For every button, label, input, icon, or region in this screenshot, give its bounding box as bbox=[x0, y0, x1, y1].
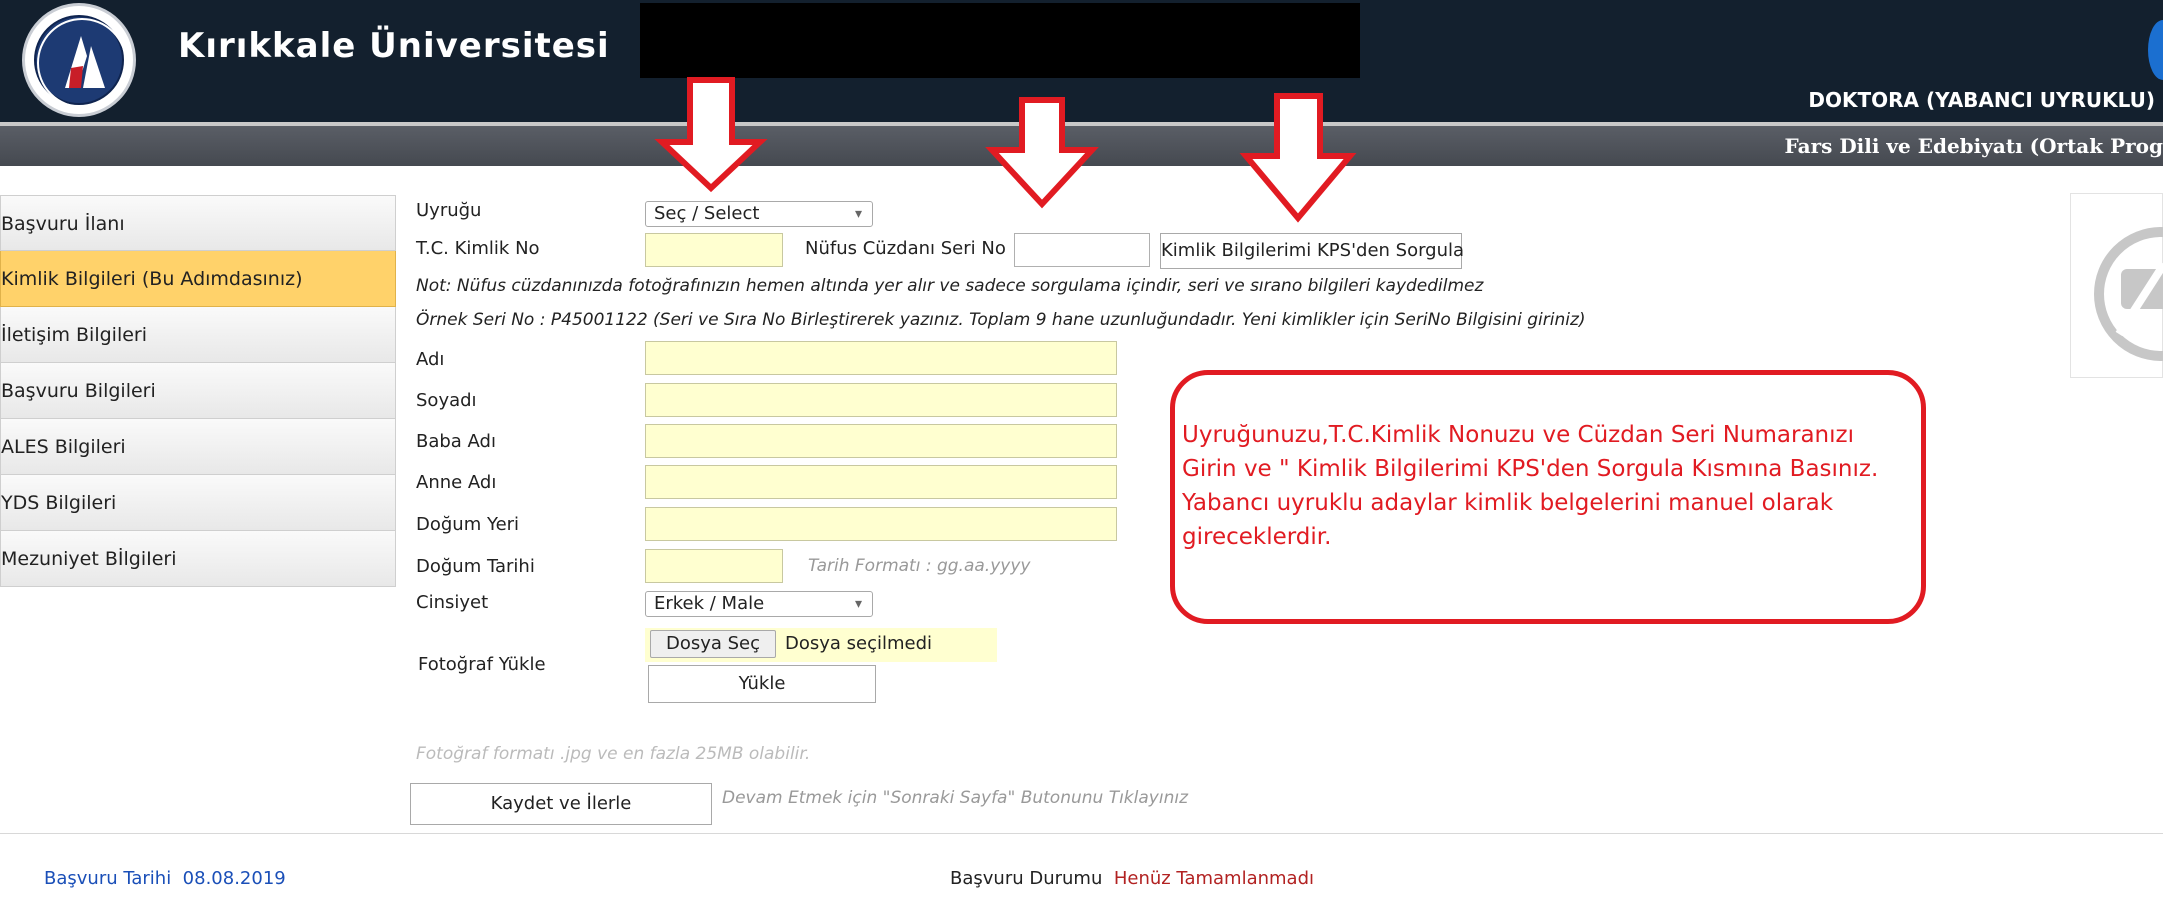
sidebar-item-ales-bilgileri[interactable]: ALES Bilgileri bbox=[0, 419, 396, 475]
note-serial: Not: Nüfus cüzdanınızda fotoğrafınızın h… bbox=[416, 276, 1484, 296]
sidebar: Başvuru İlanı Kimlik Bilgileri (Bu Adımd… bbox=[0, 195, 396, 587]
gender-label: Cinsiyet bbox=[416, 592, 489, 613]
choose-file-button[interactable]: Dosya Seç bbox=[650, 630, 776, 658]
sidebar-item-yds-bilgileri[interactable]: YDS Bilgileri bbox=[0, 475, 396, 531]
mother-name-input[interactable] bbox=[645, 465, 1117, 499]
mother-label: Anne Adı bbox=[416, 472, 497, 493]
name-input[interactable] bbox=[645, 341, 1117, 375]
chevron-down-icon: ▾ bbox=[854, 206, 862, 222]
surname-input[interactable] bbox=[645, 383, 1117, 417]
sidebar-item-iletisim-bilgileri[interactable]: İletişim Bilgileri bbox=[0, 307, 396, 363]
file-picker: Dosya Seç Dosya seçilmedi bbox=[645, 628, 997, 662]
sidebar-item-kimlik-bilgileri[interactable]: Kimlik Bilgileri (Bu Adımdasınız) bbox=[0, 251, 396, 307]
application-status: Başvuru Durumu Henüz Tamamlanmadı bbox=[950, 868, 1314, 889]
tc-label: T.C. Kimlik No bbox=[416, 238, 540, 259]
no-file-text: Dosya seçilmedi bbox=[785, 633, 933, 654]
nationality-select[interactable]: Seç / Select ▾ bbox=[645, 201, 873, 227]
birthdate-input[interactable] bbox=[645, 549, 783, 583]
surname-label: Soyadı bbox=[416, 390, 477, 411]
birthdate-label: Doğum Tarihi bbox=[416, 556, 535, 577]
chevron-down-icon: ▾ bbox=[854, 596, 862, 612]
father-name-input[interactable] bbox=[645, 424, 1117, 458]
upload-button[interactable]: Yükle bbox=[648, 665, 876, 703]
sidebar-item-mezuniyet-bilgileri[interactable]: Mezuniyet BİlgiIeri bbox=[0, 531, 396, 587]
name-label: Adı bbox=[416, 349, 445, 370]
serial-input[interactable] bbox=[1014, 233, 1150, 267]
nationality-label: Uyruğu bbox=[416, 200, 482, 221]
arrow-down-icon bbox=[985, 97, 1099, 209]
tc-kimlik-input[interactable] bbox=[645, 233, 783, 267]
photo-label: Fotoğraf Yükle bbox=[418, 654, 546, 675]
application-date: Başvuru Tarihi 08.08.2019 bbox=[44, 868, 286, 889]
kps-query-button[interactable]: Kimlik Bilgilerimi KPS'den Sorgula bbox=[1160, 233, 1464, 269]
father-label: Baba Adı bbox=[416, 431, 496, 452]
no-photo-icon bbox=[2094, 227, 2163, 361]
note-example: Örnek Seri No : P45001122 (Seri ve Sıra … bbox=[416, 310, 1586, 330]
birthplace-input[interactable] bbox=[645, 507, 1117, 541]
sidebar-item-basvuru-ilani[interactable]: Başvuru İlanı bbox=[0, 195, 396, 251]
annotation-callout-text: Uyruğunuzu,T.C.Kimlik Nonuzu ve Cüzdan S… bbox=[1182, 422, 1879, 550]
birthplace-label: Doğum Yeri bbox=[416, 514, 520, 535]
save-and-continue-button[interactable]: Kaydet ve İlerle bbox=[410, 783, 712, 825]
photo-format-hint: Fotoğraf formatı .jpg ve en fazla 25MB o… bbox=[416, 744, 811, 764]
save-hint: Devam Etmek için "Sonraki Sayfa" Butonun… bbox=[722, 788, 1188, 808]
arrow-down-icon bbox=[654, 77, 768, 193]
photo-placeholder bbox=[2070, 193, 2163, 378]
gender-select[interactable]: Erkek / Male ▾ bbox=[645, 591, 873, 617]
serial-label: Nüfus Cüzdanı Seri No bbox=[805, 238, 1006, 259]
arrow-down-icon bbox=[1239, 93, 1357, 223]
date-format-hint: Tarih Formatı : gg.aa.yyyy bbox=[808, 556, 1031, 576]
sidebar-item-basvuru-bilgileri[interactable]: Başvuru Bilgileri bbox=[0, 363, 396, 419]
